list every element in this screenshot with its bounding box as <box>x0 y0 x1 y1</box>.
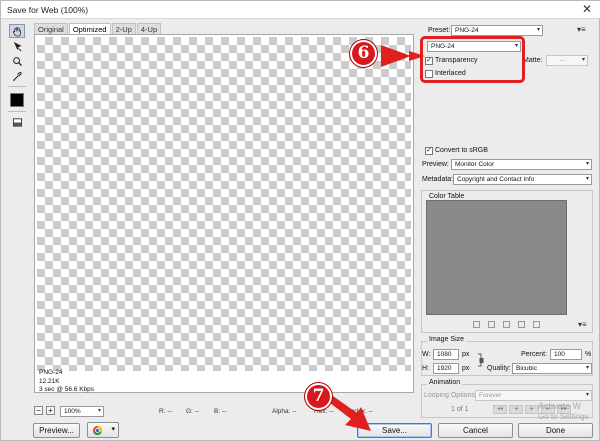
frame-counter: 1 of 1 <box>451 406 469 413</box>
resample-quality-select[interactable]: Bicubic ▾ <box>512 363 592 374</box>
step-badge-7: 7 <box>305 383 332 410</box>
quality-label: Quality: <box>487 365 511 372</box>
height-label: H: <box>422 365 429 372</box>
image-size-label: Image Size <box>427 336 467 343</box>
color-table-label: Color Table <box>427 193 467 200</box>
lock-color-icon[interactable] <box>503 321 510 328</box>
eyedropper-color-swatch[interactable] <box>10 93 24 107</box>
activate-windows-subtext: Go to Settings <box>538 412 589 421</box>
preset-select[interactable]: PNG-24 ▾ <box>451 25 543 36</box>
toggle-slices-icon[interactable] <box>9 115 25 129</box>
close-icon[interactable]: ✕ <box>577 2 597 17</box>
preset-label: Preset: <box>428 27 451 34</box>
preview-download-time: 3 sec @ 56.6 Kbps <box>39 386 95 393</box>
tool-panel <box>7 23 27 127</box>
optimization-info: PNG-24 12.21K 3 sec @ 56.6 Kbps <box>39 369 94 395</box>
browser-select[interactable]: ▾ <box>87 422 119 438</box>
looping-options-select[interactable]: Forever ▾ <box>475 390 592 401</box>
chevron-down-icon: ▾ <box>585 161 589 167</box>
convert-srgb-label: Convert to sRGB <box>435 147 488 154</box>
looping-options-value: Forever <box>479 392 502 399</box>
preview-format: PNG-24 <box>39 369 63 376</box>
slice-select-tool-icon[interactable] <box>9 39 25 53</box>
matte-value: -- <box>560 57 565 64</box>
metadata-select[interactable]: Copyright and Contact Info ▾ <box>453 174 592 185</box>
previous-frame-icon[interactable]: ◂ <box>509 405 523 414</box>
callout-arrow-6 <box>381 45 425 67</box>
matte-select[interactable]: -- ▾ <box>546 55 588 66</box>
green-readout: G: -- <box>186 408 199 415</box>
chevron-down-icon: ▾ <box>97 408 101 414</box>
chevron-down-icon: ▾ <box>585 392 589 398</box>
percent-label: Percent: <box>521 351 548 358</box>
matte-label: Matte: <box>523 57 543 64</box>
delete-color-icon[interactable] <box>533 321 540 328</box>
step-badge-6: 6 <box>350 40 377 67</box>
width-field[interactable]: 1080 <box>433 349 459 360</box>
toolbar-divider <box>8 86 26 87</box>
activate-windows-watermark: Activate W <box>538 401 582 411</box>
window-title: Save for Web (100%) <box>7 5 89 15</box>
hand-tool-icon[interactable] <box>9 24 25 38</box>
height-field[interactable]: 1920 <box>433 363 459 374</box>
metadata-value: Copyright and Contact Info <box>457 176 535 183</box>
title-bar: Save for Web (100%) ✕ <box>1 1 600 19</box>
zoom-level-select[interactable]: 100% ▾ <box>60 406 104 417</box>
done-button[interactable]: Done <box>518 423 593 438</box>
constrain-proportions-icon[interactable] <box>477 351 484 369</box>
zoom-level-value: 100% <box>64 408 81 415</box>
preset-value: PNG-24 <box>455 27 479 34</box>
web-shift-icon[interactable] <box>488 321 495 328</box>
chevron-down-icon: ▾ <box>581 57 585 63</box>
map-to-transparent-icon[interactable] <box>473 321 480 328</box>
preview-file-size: 12.21K <box>39 377 60 385</box>
zoom-in-button[interactable]: + <box>46 406 55 415</box>
cancel-button[interactable]: Cancel <box>438 423 513 438</box>
alpha-readout: Alpha: -- <box>272 408 297 415</box>
color-table-menu-icon[interactable]: ▾≡ <box>578 320 587 329</box>
height-unit: px <box>462 365 470 372</box>
chevron-down-icon: ▾ <box>111 426 115 433</box>
play-icon[interactable]: ▸ <box>525 405 539 414</box>
zoom-tool-icon[interactable] <box>9 54 25 68</box>
red-readout: R: -- <box>159 408 172 415</box>
zoom-out-button[interactable]: − <box>34 406 43 415</box>
width-unit: px <box>462 351 470 358</box>
convert-srgb-checkbox[interactable]: ✓ <box>425 147 433 155</box>
animation-label: Animation <box>427 379 463 386</box>
chevron-down-icon: ▾ <box>536 27 540 33</box>
save-for-web-dialog: Save for Web (100%) ✕ Original Optimized… <box>0 0 600 441</box>
color-table-actions <box>473 321 540 328</box>
metadata-label: Metadata: <box>422 176 454 183</box>
chevron-down-icon: ▾ <box>585 365 589 371</box>
transparency-highlight-box <box>420 36 525 83</box>
toolbar-divider <box>8 111 26 112</box>
width-label: W: <box>422 351 431 358</box>
percent-field[interactable]: 100 <box>550 349 582 360</box>
eyedropper-tool-icon[interactable] <box>9 69 25 83</box>
transparency-checkerboard <box>37 37 411 371</box>
preview-color-value: Monitor Color <box>455 161 495 168</box>
percent-unit: % <box>585 351 592 358</box>
preview-color-select[interactable]: Monitor Color ▾ <box>451 159 592 170</box>
chevron-down-icon: ▾ <box>585 176 589 182</box>
image-preview[interactable]: PNG-24 12.21K 3 sec @ 56.6 Kbps <box>34 34 414 393</box>
browser-icon <box>92 425 103 436</box>
looping-options-label: Looping Options: <box>424 392 477 399</box>
color-table-area[interactable] <box>426 200 567 315</box>
resample-quality-value: Bicubic <box>516 365 537 372</box>
blue-readout: B: -- <box>214 408 227 415</box>
preview-label: Preview: <box>422 161 449 168</box>
optimize-menu-icon[interactable]: ▾≡ <box>577 25 586 34</box>
preview-button[interactable]: Preview... <box>33 423 80 438</box>
new-color-icon[interactable] <box>518 321 525 328</box>
first-frame-icon[interactable]: ◂◂ <box>493 405 507 414</box>
